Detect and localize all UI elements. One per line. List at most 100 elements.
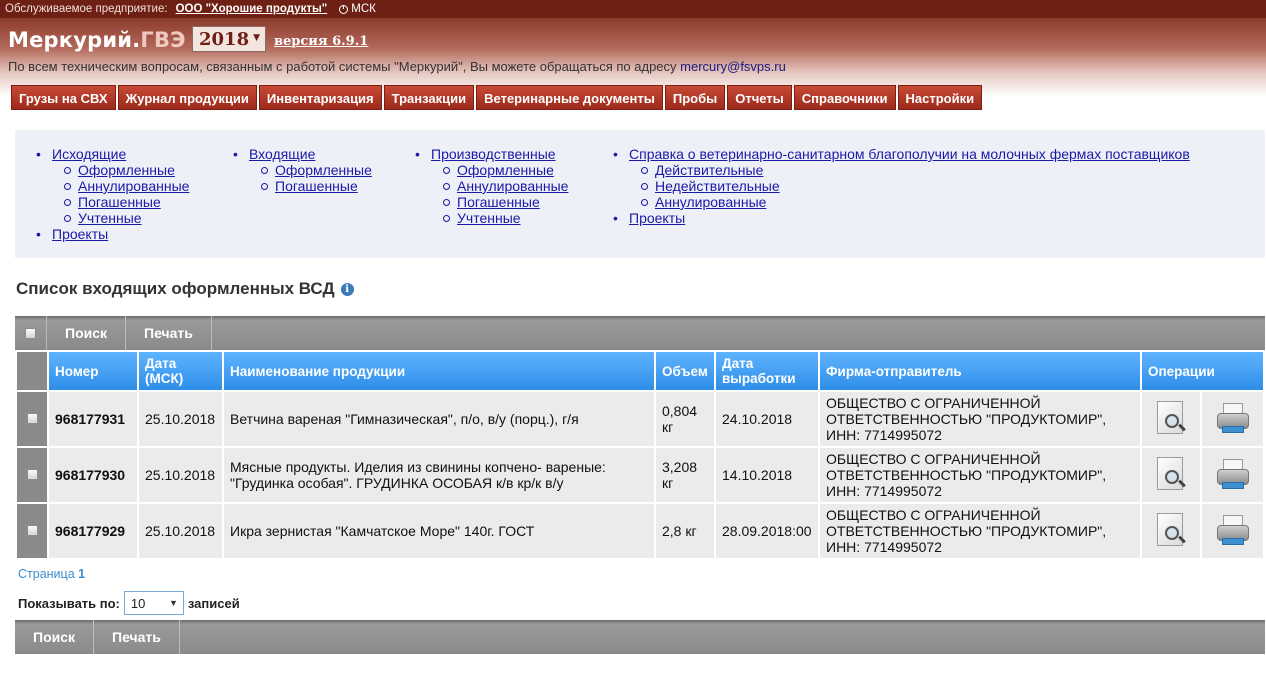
page-size-select[interactable]: 10 ▼ bbox=[123, 591, 184, 615]
page-size-label: Показывать по: bbox=[18, 595, 120, 611]
timezone-label: МСК bbox=[351, 3, 376, 15]
table-row: 968177930 25.10.2018 Мясные продукты. Ид… bbox=[17, 448, 1264, 502]
nav-transactions[interactable]: Транзакции bbox=[383, 85, 475, 110]
select-all-checkbox[interactable] bbox=[25, 327, 36, 339]
filter-outgoing-link[interactable]: Исходящие bbox=[52, 146, 126, 162]
header-operations: Операции bbox=[1142, 352, 1264, 390]
filter-incoming: Входящие Оформленные Погашенные bbox=[227, 146, 372, 194]
table-row: 968177929 25.10.2018 Икра зернистая "Кам… bbox=[17, 504, 1264, 558]
filter-dairy-invalid[interactable]: Недействительные bbox=[655, 178, 780, 194]
documents-table: Номер Дата (МСК) Наименование продукции … bbox=[15, 350, 1266, 560]
nav-samples[interactable]: Пробы bbox=[664, 85, 726, 110]
nav-inventory[interactable]: Инвентаризация bbox=[258, 85, 382, 110]
page-size-value: 10 bbox=[130, 595, 146, 611]
filter-dairy-certificate: Справка о ветеринарно-санитарном благопо… bbox=[607, 146, 1190, 226]
print-button-bottom[interactable]: Печать bbox=[94, 620, 180, 654]
filter-outgoing-drafts[interactable]: Проекты bbox=[52, 226, 108, 242]
row-view-cell bbox=[1142, 448, 1200, 502]
filter-production-link[interactable]: Производственные bbox=[431, 146, 556, 162]
header-product[interactable]: Наименование продукции bbox=[224, 352, 654, 390]
nav-vet-documents[interactable]: Ветеринарные документы bbox=[476, 85, 663, 110]
filter-dairy-valid[interactable]: Действительные bbox=[655, 162, 763, 178]
row-checkbox[interactable] bbox=[26, 469, 38, 480]
row-date: 25.10.2018 bbox=[139, 392, 222, 446]
filter-production-cancelled[interactable]: Аннулированные bbox=[457, 178, 568, 194]
page-title-text: Список входящих оформленных ВСД bbox=[16, 279, 335, 298]
search-button[interactable]: Поиск bbox=[47, 316, 127, 350]
page-size-control: Показывать по: 10 ▼ записей bbox=[18, 591, 240, 615]
header-production-date[interactable]: Дата выработки bbox=[716, 352, 818, 390]
logo-accent: ГВЭ bbox=[140, 28, 186, 52]
pager-label: Страница bbox=[18, 567, 75, 581]
filter-dairy-certificate-link[interactable]: Справка о ветеринарно-санитарном благопо… bbox=[629, 146, 1190, 162]
filter-production-redeemed[interactable]: Погашенные bbox=[457, 194, 540, 210]
nav-product-journal[interactable]: Журнал продукции bbox=[117, 85, 257, 110]
dropdown-arrow-icon: ▼ bbox=[168, 598, 178, 608]
nav-settings[interactable]: Настройки bbox=[897, 85, 983, 110]
print-icon[interactable] bbox=[1216, 455, 1250, 493]
filter-outgoing-redeemed[interactable]: Погашенные bbox=[78, 194, 161, 210]
filter-production-accounted[interactable]: Учтенные bbox=[457, 210, 521, 226]
row-sender: ОБЩЕСТВО С ОГРАНИЧЕННОЙ ОТВЕТСТВЕННОСТЬЮ… bbox=[820, 504, 1140, 558]
clock-icon bbox=[339, 4, 349, 14]
filter-incoming-link[interactable]: Входящие bbox=[249, 146, 315, 162]
row-checkbox[interactable] bbox=[26, 525, 38, 536]
filter-outgoing-issued[interactable]: Оформленные bbox=[78, 162, 175, 178]
support-text: По всем техническим вопросам, связанным … bbox=[8, 59, 677, 74]
view-document-icon[interactable] bbox=[1154, 399, 1188, 437]
row-date: 25.10.2018 bbox=[139, 504, 222, 558]
row-sender: ОБЩЕСТВО С ОГРАНИЧЕННОЙ ОТВЕТСТВЕННОСТЬЮ… bbox=[820, 392, 1140, 446]
nav-svh[interactable]: Грузы на СВХ bbox=[11, 85, 116, 110]
row-number: 968177931 bbox=[49, 392, 137, 446]
nav-directories[interactable]: Справочники bbox=[793, 85, 896, 110]
row-checkbox[interactable] bbox=[26, 413, 38, 424]
filter-dairy-drafts[interactable]: Проекты bbox=[629, 210, 685, 226]
filter-production: Производственные Оформленные Аннулирован… bbox=[409, 146, 568, 226]
row-sender: ОБЩЕСТВО С ОГРАНИЧЕННОЙ ОТВЕТСТВЕННОСТЬЮ… bbox=[820, 448, 1140, 502]
filter-outgoing: Исходящие Оформленные Аннулированные Пог… bbox=[30, 146, 189, 242]
top-toolbar: Поиск Печать bbox=[15, 316, 1265, 350]
search-button-bottom[interactable]: Поиск bbox=[15, 620, 95, 654]
filter-production-issued[interactable]: Оформленные bbox=[457, 162, 554, 178]
header-date[interactable]: Дата (МСК) bbox=[139, 352, 222, 390]
org-link[interactable]: ООО "Хорошие продукты" bbox=[176, 3, 328, 15]
header-number[interactable]: Номер bbox=[49, 352, 137, 390]
filter-incoming-issued[interactable]: Оформленные bbox=[275, 162, 372, 178]
nav-reports[interactable]: Отчеты bbox=[727, 85, 792, 110]
page-size-suffix: записей bbox=[187, 595, 240, 611]
print-button[interactable]: Печать bbox=[126, 316, 212, 350]
view-document-icon[interactable] bbox=[1154, 455, 1188, 493]
timezone: МСК bbox=[339, 3, 376, 15]
row-print-cell bbox=[1202, 448, 1264, 502]
bottom-toolbar: Поиск Печать bbox=[15, 620, 1265, 654]
row-number: 968177929 bbox=[49, 504, 137, 558]
row-production-date: 14.10.2018 bbox=[716, 448, 818, 502]
row-checkbox-cell bbox=[17, 448, 47, 502]
table-header-row: Номер Дата (МСК) Наименование продукции … bbox=[17, 352, 1264, 390]
select-all-cell bbox=[15, 316, 47, 350]
year-value: 2018 bbox=[199, 28, 250, 50]
app-logo: Меркурий.ГВЭ bbox=[8, 28, 186, 52]
support-email-link[interactable]: mercury@fsvps.ru bbox=[680, 59, 786, 74]
header-volume[interactable]: Объем bbox=[656, 352, 714, 390]
info-icon[interactable]: i bbox=[340, 282, 354, 296]
row-number: 968177930 bbox=[49, 448, 137, 502]
org-label: Обслуживаемое предприятие: bbox=[5, 3, 168, 15]
row-view-cell bbox=[1142, 504, 1200, 558]
filter-outgoing-accounted[interactable]: Учтенные bbox=[78, 210, 142, 226]
header-sender[interactable]: Фирма-отправитель bbox=[820, 352, 1140, 390]
view-document-icon[interactable] bbox=[1154, 511, 1188, 549]
row-checkbox-cell bbox=[17, 392, 47, 446]
filter-incoming-redeemed[interactable]: Погашенные bbox=[275, 178, 358, 194]
app-header: Меркурий.ГВЭ 2018 ▼ версия 6.9.1 По всем… bbox=[0, 18, 1266, 118]
print-icon[interactable] bbox=[1216, 399, 1250, 437]
version-link[interactable]: версия 6.9.1 bbox=[274, 34, 368, 49]
year-select[interactable]: 2018 ▼ bbox=[192, 26, 266, 52]
logo-main: Меркурий. bbox=[8, 28, 141, 52]
main-nav: Грузы на СВХ Журнал продукции Инвентариз… bbox=[11, 85, 983, 110]
pager-current-page[interactable]: 1 bbox=[78, 567, 85, 581]
filter-dairy-cancelled[interactable]: Аннулированные bbox=[655, 194, 766, 210]
print-icon[interactable] bbox=[1216, 511, 1250, 549]
filter-outgoing-cancelled[interactable]: Аннулированные bbox=[78, 178, 189, 194]
row-view-cell bbox=[1142, 392, 1200, 446]
